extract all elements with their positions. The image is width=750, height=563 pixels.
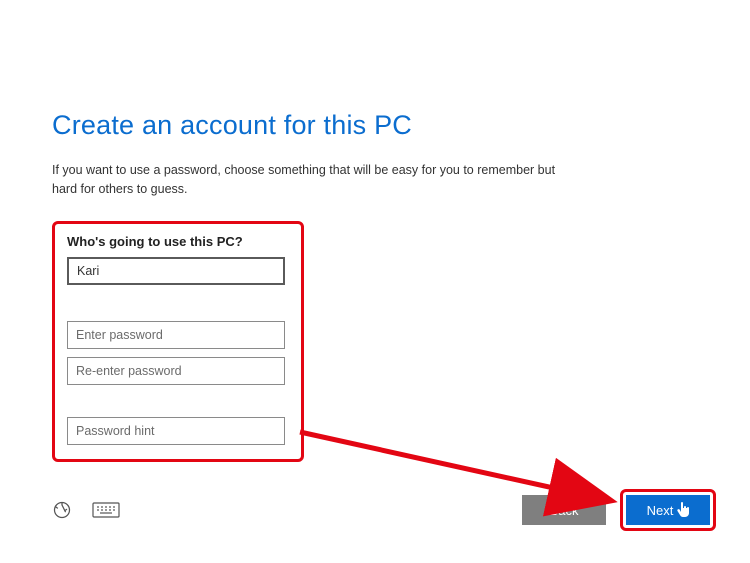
password-confirm-input[interactable] bbox=[67, 357, 285, 385]
back-button[interactable]: Back bbox=[522, 495, 606, 525]
next-button-highlight: Next bbox=[620, 489, 716, 531]
keyboard-icon[interactable] bbox=[92, 501, 120, 519]
link-cursor-icon bbox=[677, 502, 689, 518]
page-title: Create an account for this PC bbox=[52, 110, 698, 141]
password-hint-input[interactable] bbox=[67, 417, 285, 445]
next-button-label: Next bbox=[647, 503, 674, 518]
ease-of-access-icon[interactable] bbox=[52, 500, 72, 520]
next-button[interactable]: Next bbox=[626, 495, 710, 525]
section-label-who: Who's going to use this PC? bbox=[67, 234, 289, 249]
username-input[interactable] bbox=[67, 257, 285, 285]
password-input[interactable] bbox=[67, 321, 285, 349]
page-subtitle: If you want to use a password, choose so… bbox=[52, 161, 582, 199]
account-form-highlight: Who's going to use this PC? bbox=[52, 221, 304, 462]
